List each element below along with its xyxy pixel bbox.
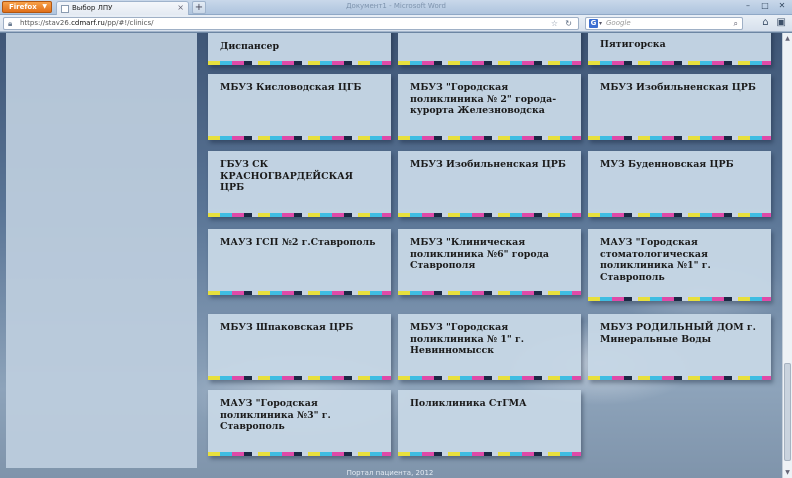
- scrollbar-thumb[interactable]: [784, 363, 791, 461]
- card-color-stripe: [208, 376, 391, 380]
- clinic-name: МБУЗ РОДИЛЬНЫЙ ДОМ г. Минеральные Воды: [600, 322, 756, 345]
- reload-icon[interactable]: ↻: [565, 18, 572, 29]
- vertical-scrollbar[interactable]: ▲ ▼: [782, 33, 792, 478]
- clinic-name: МАУЗ "Городская стоматологическая поликл…: [600, 237, 711, 283]
- clinic-card[interactable]: МБУЗ Изобильненская ЦРБ: [398, 151, 581, 217]
- clinic-name: МБУЗ Кисловодская ЦГБ: [220, 82, 362, 93]
- card-color-stripe: [398, 213, 581, 217]
- chevron-down-icon[interactable]: ▾: [599, 18, 602, 29]
- clinic-card[interactable]: МБУЗ "Клиническая поликлиника №6" города…: [398, 229, 581, 295]
- url-text: https://stav26.cdmarf.ru/pp/#!/clinics/: [20, 19, 154, 27]
- card-color-stripe: [208, 213, 391, 217]
- clinic-card[interactable]: Поликлиника СтГМА: [398, 390, 581, 456]
- toolbar-icons: ⌂ ▣: [762, 17, 786, 29]
- clinic-card[interactable]: МБУЗ Кисловодская ЦГБ: [208, 74, 391, 140]
- maximize-icon[interactable]: □: [758, 1, 772, 12]
- lock-icon[interactable]: 🔒︎: [8, 19, 12, 29]
- clinic-name: Пятигорска: [600, 39, 666, 50]
- clinic-name: МАУЗ ГСП №2 г.Ставрополь: [220, 237, 376, 248]
- card-color-stripe: [208, 452, 391, 456]
- card-color-stripe: [588, 376, 771, 380]
- card-color-stripe: [398, 291, 581, 295]
- bookmark-star-icon[interactable]: ☆: [551, 18, 558, 29]
- window-controls: – □ ✕: [741, 1, 789, 12]
- clinic-card[interactable]: МБУЗ Шпаковская ЦРБ: [208, 314, 391, 380]
- clinic-card[interactable]: МБУЗ "Городская поликлиника № 1" г. Неви…: [398, 314, 581, 380]
- card-color-stripe: [398, 136, 581, 140]
- clinic-card[interactable]: МБУЗ Изобильненская ЦРБ: [588, 74, 771, 140]
- card-color-stripe: [398, 61, 581, 65]
- card-color-stripe: [208, 136, 391, 140]
- scroll-down-icon[interactable]: ▼: [783, 468, 792, 477]
- clinic-name: МБУЗ "Городская поликлиника № 1" г. Неви…: [410, 322, 525, 357]
- clinic-name: МБУЗ Изобильненская ЦРБ: [410, 159, 566, 170]
- home-icon[interactable]: ⌂: [762, 17, 768, 29]
- minimize-icon[interactable]: –: [741, 1, 755, 12]
- clinic-card[interactable]: Диспансер: [208, 33, 391, 65]
- clinic-name: МБУЗ Изобильненская ЦРБ: [600, 82, 756, 93]
- clinic-card[interactable]: МУЗ Буденновская ЦРБ: [588, 151, 771, 217]
- window-title: Документ1 - Microsoft Word: [346, 2, 446, 10]
- search-placeholder: Google: [606, 19, 631, 27]
- card-color-stripe: [208, 61, 391, 65]
- clinic-name: МУЗ Буденновская ЦРБ: [600, 159, 734, 170]
- card-color-stripe: [398, 376, 581, 380]
- card-color-stripe: [588, 297, 771, 301]
- clinic-card[interactable]: МБУЗ РОДИЛЬНЫЙ ДОМ г. Минеральные Воды: [588, 314, 771, 380]
- clinic-name: Диспансер: [220, 41, 280, 52]
- browser-tab-bar: Firefox ▼ Выбор ЛПУ × + Документ1 - Micr…: [0, 0, 792, 15]
- clinic-name: МБУЗ "Городская поликлиника № 2" города-…: [410, 82, 557, 117]
- address-bar[interactable]: 🔒︎ https://stav26.cdmarf.ru/pp/#!/clinic…: [3, 17, 579, 30]
- card-color-stripe: [588, 213, 771, 217]
- clinic-card[interactable]: ГБУЗ СК КРАСНОГВАРДЕЙСКАЯ ЦРБ: [208, 151, 391, 217]
- card-color-stripe: [398, 452, 581, 456]
- navigation-toolbar: 🔒︎ https://stav26.cdmarf.ru/pp/#!/clinic…: [0, 15, 792, 32]
- clinic-card[interactable]: МАУЗ "Городская стоматологическая поликл…: [588, 229, 771, 301]
- clinic-name: ГБУЗ СК КРАСНОГВАРДЕЙСКАЯ ЦРБ: [220, 159, 354, 194]
- clinic-name: Поликлиника СтГМА: [410, 398, 527, 409]
- clinic-card[interactable]: МАУЗ "Городская поликлиника №3" г. Ставр…: [208, 390, 391, 456]
- card-color-stripe: [208, 291, 391, 295]
- clinic-card[interactable]: МБУЗ "Городская поликлиника № 2" города-…: [398, 74, 581, 140]
- clinic-name: МБУЗ "Клиническая поликлиника №6" города…: [410, 237, 549, 272]
- search-bar[interactable]: G ▾ Google ⌕: [585, 17, 743, 30]
- google-icon[interactable]: G: [589, 19, 598, 28]
- clinic-card[interactable]: [398, 33, 581, 65]
- page-footer: Портал пациента, 2012: [346, 469, 434, 477]
- card-color-stripe: [588, 136, 771, 140]
- clinic-card[interactable]: МАУЗ ГСП №2 г.Ставрополь: [208, 229, 391, 295]
- page-content: Диспансер Пятигорска МБУЗ Кисловодская Ц…: [0, 33, 782, 478]
- close-window-icon[interactable]: ✕: [775, 1, 789, 12]
- clinic-card[interactable]: Пятигорска: [588, 33, 771, 65]
- left-sidebar-panel: [6, 33, 197, 468]
- clinic-name: МБУЗ Шпаковская ЦРБ: [220, 322, 354, 333]
- bookmarks-menu-icon[interactable]: ▣: [777, 17, 786, 29]
- clinic-name: МАУЗ "Городская поликлиника №3" г. Ставр…: [220, 398, 331, 433]
- search-icon[interactable]: ⌕: [734, 18, 738, 29]
- card-color-stripe: [588, 61, 771, 65]
- scroll-up-icon[interactable]: ▲: [783, 34, 792, 43]
